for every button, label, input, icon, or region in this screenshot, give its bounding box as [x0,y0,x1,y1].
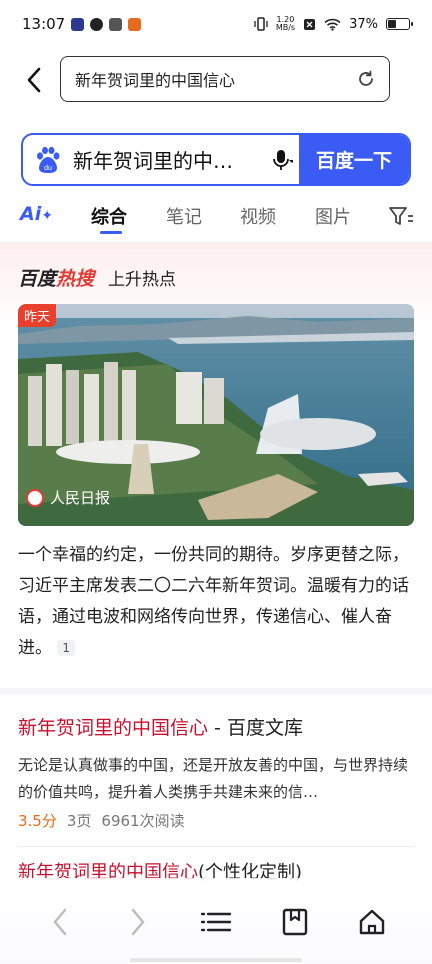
source-label: 人民日报 [26,487,110,508]
tab-notes[interactable]: 笔记 [166,203,202,229]
app-notification-icon [71,17,85,31]
search-bar: du 新年贺词里的中… 百度一下 [21,133,411,186]
chevron-left-icon [53,908,67,936]
url-bar[interactable]: 新年贺词里的中国信心 [60,56,390,102]
battery-icon [386,18,413,30]
result-reads: 6961次阅读 [101,812,185,830]
status-time: 13:07 [22,15,66,33]
result-score: 3.5分 [18,812,57,830]
tab-images[interactable]: 图片 [315,203,351,229]
bookmark-icon [282,908,308,936]
no-sim-icon [304,18,316,30]
peoples-daily-logo-icon [26,488,44,507]
hot-summary[interactable]: 一个幸福的约定，一份共同的期待。岁序更替之际，习近平主席发表二〇二六年新年贺词。… [18,540,416,664]
result-description: 无论是认真做事的中国，还是开放友善的中国，与世界持续的价值共鸣，提升着人类携手共… [18,756,409,801]
section-divider [0,688,432,694]
app-notification-icon [90,17,104,31]
home-indicator[interactable] [130,958,302,962]
search-button[interactable]: 百度一下 [299,135,409,184]
refresh-icon[interactable] [357,70,375,88]
net-speed: 1.20 MB/s [275,15,296,32]
wifi-icon [324,18,341,31]
chevron-right-icon [131,908,145,936]
chevron-left-icon [27,67,41,93]
yesterday-badge: 昨天 [18,304,57,327]
search-tabs: Ai✦ 综合 笔记 视频 图片 [0,197,432,237]
menu-button[interactable] [196,905,236,939]
reference-marker[interactable]: 1 [57,640,76,656]
result-divider [18,846,414,847]
menu-icon [201,912,231,932]
url-text: 新年贺词里的中国信心 [75,71,236,90]
search-input[interactable]: 新年贺词里的中… [73,145,265,174]
voice-search-button[interactable] [265,148,299,172]
news-photo[interactable]: 昨天 人民日报 [18,304,414,526]
hot-subtitle: 上升热点 [108,270,177,290]
hot-search-header: 百度热搜 上升热点 [18,264,176,291]
baidu-hot-logo: 百度热搜 [18,268,95,290]
browser-forward-button[interactable] [118,905,158,939]
back-button[interactable] [18,63,50,97]
tab-comprehensive[interactable]: 综合 [91,203,127,229]
app-notification-icon [128,17,142,31]
result-meta: 3.5分 3页 6961次阅读 [18,810,185,831]
svg-text:du: du [44,165,52,172]
home-button[interactable] [352,905,392,939]
status-bar: 13:07 1.20 MB/s 37% [0,0,432,48]
app-notification-icon [109,17,123,31]
filter-icon[interactable] [388,205,414,227]
tab-ai[interactable]: Ai✦ [20,203,53,225]
result-title-link[interactable]: 新年贺词里的中国信心 - 百度文库 [18,713,303,740]
bookmark-button[interactable] [275,905,315,939]
microphone-icon [273,149,293,170]
browser-back-button[interactable] [40,905,80,939]
tab-videos[interactable]: 视频 [240,203,276,229]
home-icon [359,909,385,935]
vibrate-icon [254,17,268,31]
top-bar: 新年贺词里的中国信心 [0,55,432,105]
battery-percent: 37% [349,16,378,32]
baidu-paw-icon: du [23,135,73,184]
active-tab-indicator [100,231,122,234]
result-pages: 3页 [66,812,92,830]
